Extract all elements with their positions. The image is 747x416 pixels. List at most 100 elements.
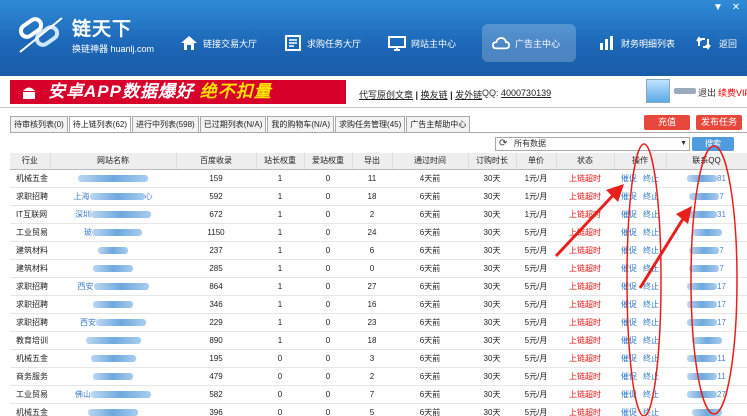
table-row[interactable]: 机械五金 159 1 0 11 4天前 30天 1元/月 上链超时 催促 终止 81 (10, 169, 747, 188)
table-row[interactable]: 工业贸易 玻 1150 1 0 24 6天前 30天 5元/月 上链超时 催促 终止 (10, 223, 747, 242)
urge-button[interactable]: 催促 (621, 282, 637, 291)
nav-link-purchase-hall[interactable]: 求购任务大厅 (284, 24, 361, 62)
publish-task-button[interactable]: 发布任务 (696, 115, 742, 130)
logout-link[interactable]: 退出 (698, 86, 716, 99)
data-filter-select[interactable]: ⟳ 所有数据 ▼ (495, 137, 690, 151)
stop-button[interactable]: 终止 (643, 210, 659, 219)
stop-button[interactable]: 终止 (643, 408, 659, 416)
col-header[interactable]: 联系QQ (666, 153, 747, 170)
cell-site-name[interactable] (50, 367, 176, 386)
stop-button[interactable]: 终止 (643, 228, 659, 237)
col-header[interactable]: 订购时长 (468, 153, 517, 170)
cell-site-name[interactable]: 西安 (50, 277, 176, 296)
col-header[interactable]: 网站名称 (50, 153, 177, 170)
col-header[interactable]: 百度收录 (176, 153, 257, 170)
stop-button[interactable]: 终止 (643, 174, 659, 183)
table-row[interactable]: 商务服务 479 0 0 2 6天前 30天 5元/月 上链超时 催促 终止 11 (10, 367, 747, 386)
cell-contact-qq[interactable]: 11 (666, 349, 747, 368)
urge-button[interactable]: 催促 (621, 390, 637, 399)
cell-contact-qq[interactable]: 17 (666, 295, 747, 314)
cell-contact-qq[interactable] (666, 331, 747, 350)
tab-in-progress[interactable]: 进行中列表(598) (132, 116, 199, 132)
cell-site-name[interactable]: 玻 (50, 223, 176, 242)
stop-button[interactable]: 终止 (643, 246, 659, 255)
minimize-button[interactable]: ▼ (712, 2, 724, 14)
tab-purchase-tasks[interactable]: 求购任务管理(45) (335, 116, 406, 132)
tab-expired[interactable]: 已过期列表(N/A) (199, 116, 267, 132)
tab-cart[interactable]: 我的购物车(N/A) (267, 116, 335, 132)
table-row[interactable]: 求职招聘 346 1 0 16 6天前 30天 5元/月 上链超时 催促 终止 17 (10, 295, 747, 314)
cell-contact-qq[interactable]: 81 (666, 169, 747, 188)
recharge-button[interactable]: 充值 (644, 115, 690, 130)
stop-button[interactable]: 终止 (643, 372, 659, 381)
nav-link-advertiser-center[interactable]: 广告主中心 (482, 24, 576, 62)
cell-contact-qq[interactable]: 7 (666, 259, 747, 278)
cell-contact-qq[interactable] (666, 403, 747, 416)
cell-contact-qq[interactable]: 17 (666, 313, 747, 332)
stop-button[interactable]: 终止 (643, 318, 659, 327)
urge-button[interactable]: 催促 (621, 192, 637, 201)
table-row[interactable]: 求职招聘 西安 229 1 0 23 6天前 30天 5元/月 上链超时 催促 终止 17 (10, 313, 747, 332)
urge-button[interactable]: 催促 (621, 372, 637, 381)
col-header[interactable]: 导出 (352, 153, 393, 170)
cell-site-name[interactable]: 深圳 (50, 205, 176, 224)
col-header[interactable]: 爱站权重 (304, 153, 353, 170)
cell-site-name[interactable]: 西安 (50, 313, 176, 332)
col-header[interactable]: 行业 (10, 153, 51, 170)
tab-pending-link[interactable]: 待上链列表(62) (68, 116, 132, 133)
cell-site-name[interactable]: 佛山 (50, 385, 176, 404)
stop-button[interactable]: 终止 (643, 264, 659, 273)
cell-contact-qq[interactable] (666, 223, 747, 242)
ad-banner[interactable]: 安卓APP数据爆好 绝不扣量 (10, 80, 346, 104)
col-header[interactable]: 状态 (556, 153, 615, 170)
table-row[interactable]: 教育培训 890 1 0 18 6天前 30天 5元/月 上链超时 催促 终止 (10, 331, 747, 350)
nav-link-exchange-hall[interactable]: 链接交易大厅 (180, 24, 257, 62)
cell-contact-qq[interactable]: 31 (666, 205, 747, 224)
col-header[interactable]: 单价 (516, 153, 557, 170)
urge-button[interactable]: 催促 (621, 408, 637, 416)
urge-button[interactable]: 催促 (621, 354, 637, 363)
stop-button[interactable]: 终止 (643, 192, 659, 201)
tab-help-center[interactable]: 广告主帮助中心 (406, 116, 471, 132)
stop-button[interactable]: 终止 (643, 336, 659, 345)
urge-button[interactable]: 催促 (621, 174, 637, 183)
col-header[interactable]: 站长权重 (256, 153, 305, 170)
cell-site-name[interactable]: 上海 心 (50, 187, 176, 206)
cell-site-name[interactable] (50, 241, 176, 260)
nav-link-webmaster-center[interactable]: 网站主中心 (388, 24, 456, 62)
link-write-article[interactable]: 代写原创文章 (359, 90, 413, 100)
stop-button[interactable]: 终止 (643, 390, 659, 399)
table-row[interactable]: 建筑材料 237 1 0 6 6天前 30天 5元/月 上链超时 催促 终止 7 (10, 241, 747, 260)
table-row[interactable]: IT互联网 深圳 672 1 0 2 6天前 30天 1元/月 上链超时 催促 终止 31 (10, 205, 747, 224)
cell-site-name[interactable] (50, 403, 176, 416)
urge-button[interactable]: 催促 (621, 228, 637, 237)
link-post-external[interactable]: 发外链 (455, 90, 482, 100)
table-row[interactable]: 求职招聘 上海 心 592 1 0 18 6天前 30天 1元/月 上链超时 催促 终止 7 (10, 187, 747, 206)
urge-button[interactable]: 催促 (621, 246, 637, 255)
nav-link-return[interactable]: 返回 (696, 24, 737, 62)
link-exchange-friend-link[interactable]: 换友链 (421, 90, 448, 100)
cell-contact-qq[interactable]: 27 (666, 385, 747, 404)
stop-button[interactable]: 终止 (643, 282, 659, 291)
table-row[interactable]: 工业贸易 佛山 582 0 0 7 6天前 30天 5元/月 上链超时 催促 终止 27 (10, 385, 747, 404)
urge-button[interactable]: 催促 (621, 318, 637, 327)
urge-button[interactable]: 催促 (621, 264, 637, 273)
table-row[interactable]: 机械五金 195 0 0 3 6天前 30天 5元/月 上链超时 催促 终止 11 (10, 349, 747, 368)
cell-contact-qq[interactable]: 7 (666, 241, 747, 260)
qq-number-link[interactable]: 4000730139 (501, 88, 551, 98)
nav-link-finance-list[interactable]: 财务明细列表 (598, 24, 675, 62)
table-row[interactable]: 建筑材料 285 1 0 0 6天前 30天 5元/月 上链超时 催促 终止 7 (10, 259, 747, 278)
urge-button[interactable]: 催促 (621, 300, 637, 309)
table-row[interactable]: 机械五金 396 0 0 5 6天前 30天 5元/月 上链超时 催促 终止 (10, 403, 747, 416)
urge-button[interactable]: 催促 (621, 210, 637, 219)
cell-site-name[interactable] (50, 259, 176, 278)
cell-site-name[interactable] (50, 169, 176, 188)
renew-vip-link[interactable]: 续费VIP (718, 86, 747, 99)
tab-pending-review[interactable]: 待审核列表(0) (10, 116, 68, 132)
cell-site-name[interactable] (50, 331, 176, 350)
refresh-icon[interactable]: ⟳ (499, 138, 507, 150)
cell-contact-qq[interactable]: 7 (666, 187, 747, 206)
stop-button[interactable]: 终止 (643, 300, 659, 309)
table-row[interactable]: 求职招聘 西安 864 1 0 27 6天前 30天 5元/月 上链超时 催促 终止 17 (10, 277, 747, 296)
cell-site-name[interactable] (50, 295, 176, 314)
